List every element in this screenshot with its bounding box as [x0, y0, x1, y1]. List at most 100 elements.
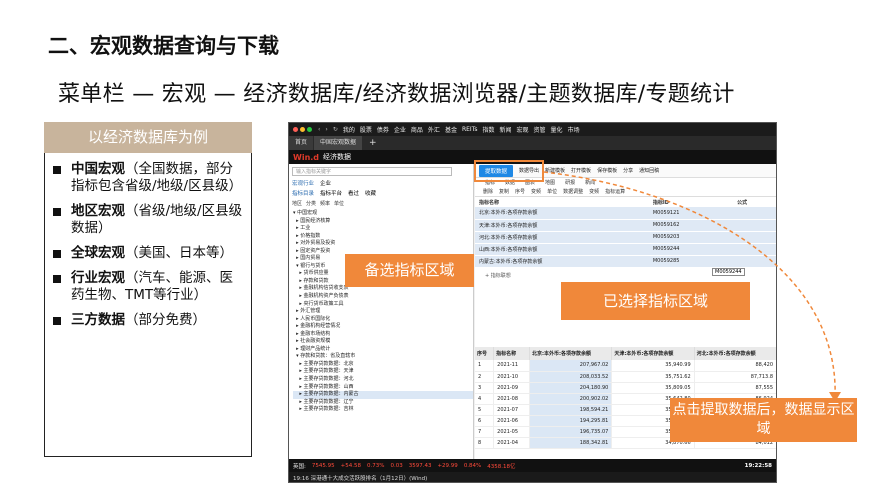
column-header[interactable]: 天津:本外币:各项存款余额 [611, 347, 695, 360]
menu-item[interactable]: 外汇 [428, 125, 440, 134]
tab-bar: 首页 中国宏观数据 + [289, 136, 776, 150]
table-cell: 188,342.81 [529, 437, 613, 449]
table-row[interactable]: 内蒙古:本外币:各项存款余额 M0059285 [475, 255, 776, 268]
filter-frequency[interactable]: 频率 [320, 200, 330, 207]
tab-viewed[interactable]: 看过 [348, 189, 359, 197]
table-row[interactable]: 1 2021-11 207,967.02 35,940.99 88,420 [475, 360, 776, 372]
tab-catalog[interactable]: 指标目录 [292, 189, 314, 197]
tree-node[interactable]: ▸ 金融机构资产负债表 [293, 293, 473, 301]
tree-node[interactable]: ▸ 主要存贷款数据：吉林 [293, 406, 473, 414]
list-item: 中国宏观（全国数据，部分指标包含省级/地级/区县级） [53, 161, 245, 195]
index-change-3: +29.99 [437, 462, 458, 469]
table-cell: 35,809.05 [611, 382, 695, 394]
delete-button[interactable]: 删除 [483, 188, 493, 195]
tree-node[interactable]: ▸ 外汇管理 [293, 308, 473, 316]
tab-platform[interactable]: 指标平台 [320, 189, 342, 197]
tab-map[interactable]: 地图 [545, 179, 555, 186]
menu-item[interactable]: 指数 [482, 125, 494, 134]
menu-item[interactable]: 债券 [377, 125, 389, 134]
index-label: 英国: [293, 463, 306, 470]
menu-item[interactable]: 我的 [343, 125, 355, 134]
tree-node[interactable]: ▸ 主要存贷款数据：内蒙古 [293, 391, 473, 399]
column-header[interactable]: 指标名称 [493, 347, 531, 360]
tab-research[interactable]: 研报 [565, 179, 575, 186]
table-row[interactable]: 3 2021-09 204,180.90 35,809.05 87,555 [475, 382, 776, 394]
tree-node[interactable]: ▾ 存款和贷款：省及直辖市 [293, 353, 473, 361]
column-header[interactable]: 指标ID [649, 197, 733, 207]
notify-button[interactable]: 通知回稿 [639, 167, 659, 174]
menu-item[interactable]: 商品 [411, 125, 423, 134]
tree-node[interactable]: ▸ 国民经济核算 [293, 218, 473, 226]
open-template-button[interactable]: 打开模板 [571, 167, 591, 174]
wind-logo: Win.d [293, 152, 320, 162]
tree-node[interactable]: ▸ 主要存贷款数据：山西 [293, 384, 473, 392]
back-icon[interactable]: ‹ [318, 126, 320, 133]
table-row[interactable]: 天津:本外币:各项存款余额 M0059162 [475, 219, 776, 232]
tab-home[interactable]: 首页 [289, 136, 314, 150]
menu-item[interactable]: 企业 [394, 125, 406, 134]
menu-item[interactable]: 量化 [551, 125, 563, 134]
tree-node[interactable]: ▾ 中国宏观 [293, 210, 473, 218]
table-row[interactable]: 河北:本外币:各项存款余额 M0059203 [475, 231, 776, 244]
filter-region[interactable]: 地区 [292, 200, 302, 207]
tree-node[interactable]: ▸ 社会融资规模 [293, 338, 473, 346]
index-pct: 0.73% [366, 462, 385, 469]
frequency-button[interactable]: 变频 [531, 188, 541, 195]
new-template-button[interactable]: 新建模板 [545, 167, 565, 174]
unit-button[interactable]: 单位 [547, 188, 557, 195]
save-template-button[interactable]: 保存模板 [597, 167, 617, 174]
tab-enterprise[interactable]: 企业 [320, 179, 331, 187]
forward-icon[interactable]: › [325, 126, 327, 133]
tab-macro-industry[interactable]: 宏观行业 [292, 179, 314, 187]
tree-node[interactable]: ▸ 主要存贷款数据：河北 [293, 376, 473, 384]
menu-item-macro[interactable]: 宏观 [517, 125, 529, 134]
search-input[interactable]: 输入指标关键字 [292, 167, 452, 176]
tab-macro-data[interactable]: 中国宏观数据 [314, 136, 363, 150]
adjust-button[interactable]: 数据调整 [563, 188, 583, 195]
menu-item[interactable]: 基金 [445, 125, 457, 134]
item-bold: 全球宏观 [71, 245, 125, 261]
table-cell: 2021-08 [493, 393, 531, 405]
filter-category[interactable]: 分类 [306, 200, 316, 207]
menu-item[interactable]: 股票 [360, 125, 372, 134]
tree-node[interactable]: ▸ 主要存贷款数据：天津 [293, 368, 473, 376]
column-header[interactable]: 公式 [733, 197, 776, 207]
tab-news[interactable]: 新闻 [585, 179, 595, 186]
tree-node[interactable]: ▸ 工业 [293, 225, 473, 233]
column-header[interactable]: 河北:本外币:各项存款余额 [694, 347, 776, 360]
table-row[interactable]: 2 2021-10 208,033.52 35,751.62 87,713.8 [475, 371, 776, 383]
calc-button[interactable]: 指标运算 [605, 188, 625, 195]
filter-unit[interactable]: 单位 [334, 200, 344, 207]
table-row[interactable]: 山西:本外币:各项存款余额 M0059244 [475, 243, 776, 256]
column-header[interactable]: 指标名称 [475, 197, 649, 207]
column-header[interactable]: 序号 [475, 347, 495, 360]
index-change: +54.58 [340, 462, 361, 469]
share-button[interactable]: 分享 [623, 167, 633, 174]
table-cell: M0059121 [648, 207, 734, 220]
minimize-icon[interactable] [300, 127, 305, 132]
copy-button[interactable]: 复制 [499, 188, 509, 195]
menu-item[interactable]: REITs [462, 126, 478, 133]
menu-path-subtitle: 菜单栏 — 宏观 — 经济数据库/经济数据浏览器/主题数据库/专题统计 [58, 82, 735, 107]
refresh-icon[interactable]: ↻ [333, 126, 338, 133]
maximize-icon[interactable] [307, 127, 312, 132]
window-title: 经济数据 [323, 153, 352, 161]
tree-node[interactable]: ▸ 央行货币政策工具 [293, 301, 473, 309]
tree-node[interactable]: ▸ 金融机构经营情况 [293, 323, 473, 331]
menu-bar: ‹ › ↻ 我的 股票 债券 企业 商品 外汇 基金 REITs 指数 新闻 宏… [289, 123, 776, 136]
tree-node[interactable]: ▸ 对外贸易及投资 [293, 240, 473, 248]
convert-button[interactable]: 变频 [589, 188, 599, 195]
news-ticker[interactable]: 19:16 深港通十大成交活跃股排名（1月12日）(Wind) [289, 472, 776, 482]
menu-item[interactable]: 新闻 [500, 125, 512, 134]
close-icon[interactable] [293, 127, 298, 132]
menu-item[interactable]: 资管 [534, 125, 546, 134]
table-row[interactable]: 北京:本外币:各项存款余额 M0059121 [475, 207, 776, 220]
table-cell: 7 [475, 426, 495, 438]
column-header[interactable]: 北京:本外币:各项存款余额 [529, 347, 613, 360]
index-value-2: 0.03 [390, 462, 403, 469]
menu-item[interactable]: 市场 [568, 125, 580, 134]
order-button[interactable]: 序号 [515, 188, 525, 195]
add-tab-button[interactable]: + [363, 136, 383, 150]
table-cell [733, 207, 776, 220]
tab-favorites[interactable]: 收藏 [365, 189, 376, 197]
